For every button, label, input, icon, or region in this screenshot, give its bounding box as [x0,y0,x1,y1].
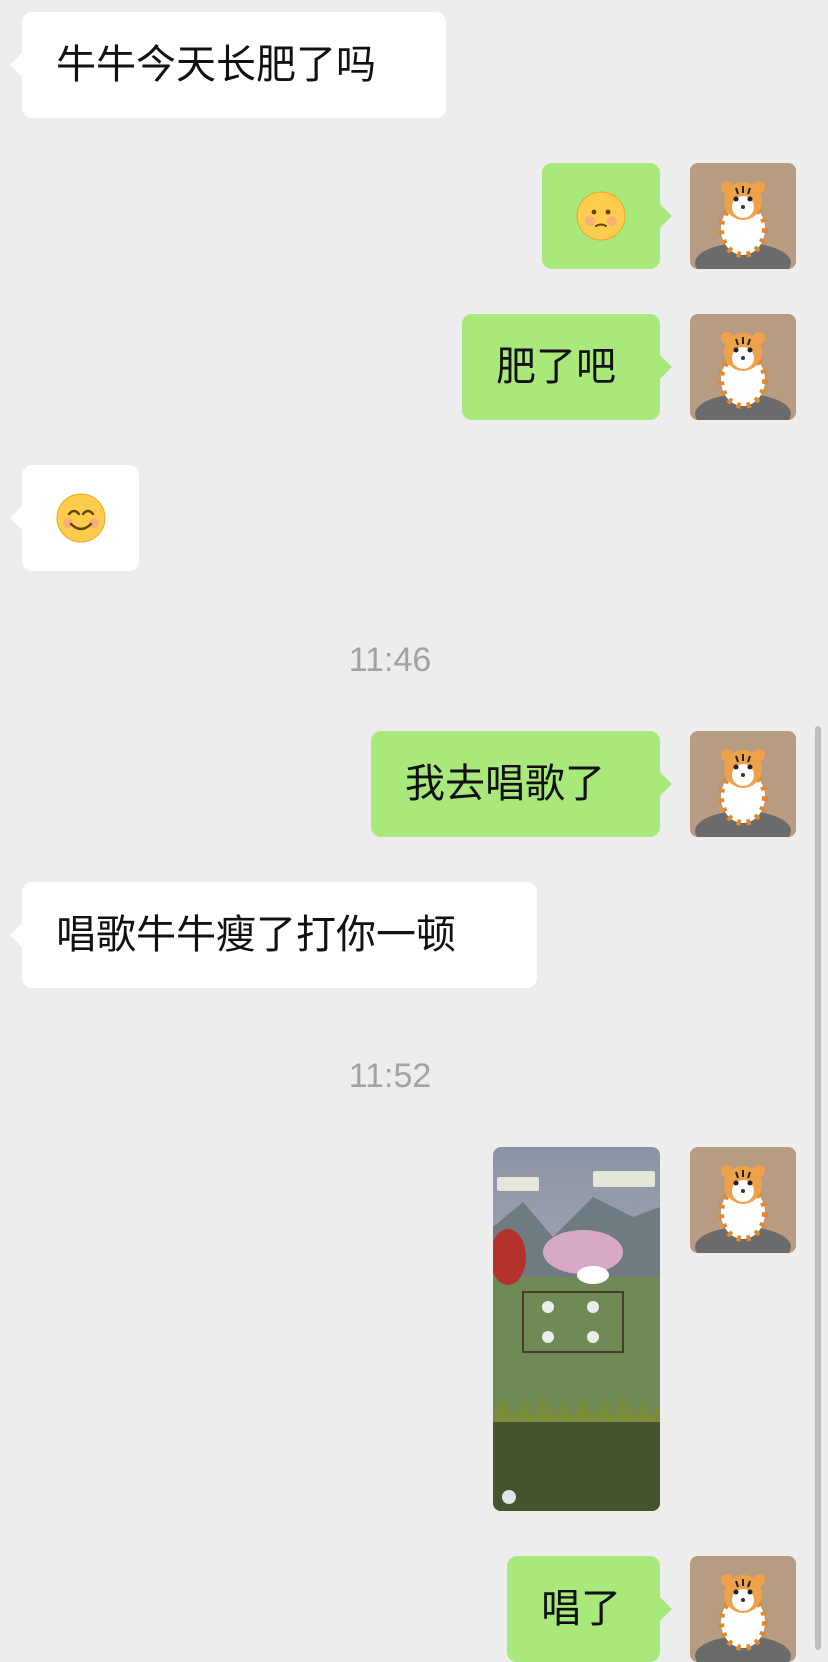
message-text: 牛牛今天长肥了吗 [56,42,376,88]
my-avatar[interactable] [690,731,796,837]
outgoing-message-bubble[interactable]: 肥了吧 [462,314,672,420]
pleading-face-emoji [576,191,626,241]
my-avatar[interactable] [690,314,796,420]
incoming-message-bubble[interactable]: 唱歌牛牛瘦了打你一顿 [10,882,537,988]
my-avatar[interactable] [690,163,796,269]
message-text: 我去唱歌了 [405,761,605,807]
game-screenshot-image[interactable] [493,1147,660,1511]
message-timestamp: 11:46 [348,641,432,679]
chat-scrollbar[interactable] [815,726,821,1650]
outgoing-message-bubble[interactable] [542,163,672,269]
message-text: 唱了 [541,1586,621,1632]
smiling-face-with-smiling-eyes-emoji [56,493,105,543]
message-text: 唱歌牛牛瘦了打你一顿 [56,912,456,958]
my-avatar[interactable] [690,1556,796,1662]
my-avatar[interactable] [690,1147,796,1253]
outgoing-message-bubble[interactable]: 我去唱歌了 [371,731,672,837]
message-timestamp: 11:52 [348,1057,432,1095]
chat-area: 牛牛今天长肥了吗 肥了吧 11:46 我去唱歌了 唱歌牛牛瘦了打你一顿 11:5… [0,0,828,1662]
incoming-message-bubble[interactable]: 牛牛今天长肥了吗 [10,12,446,118]
outgoing-message-bubble[interactable]: 唱了 [507,1556,672,1662]
message-text: 肥了吧 [496,344,616,390]
incoming-message-bubble[interactable] [10,465,139,571]
